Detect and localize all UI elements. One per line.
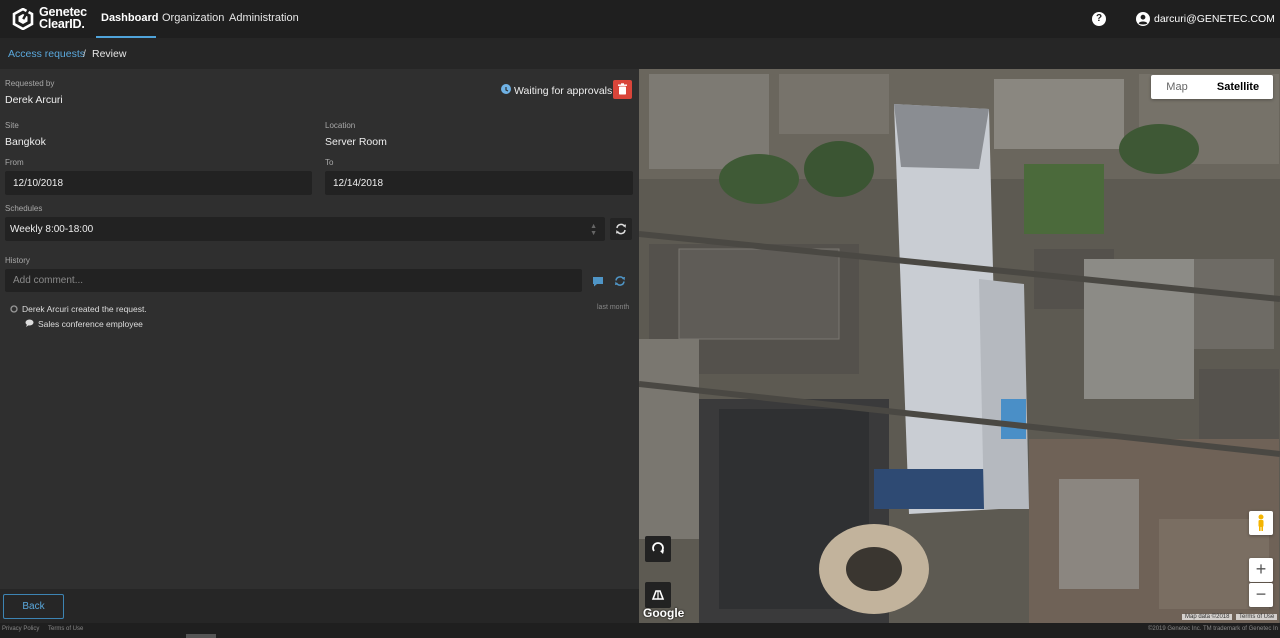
tilt-map-button[interactable] bbox=[645, 582, 671, 608]
from-date-field[interactable]: 12/10/2018 bbox=[5, 171, 312, 195]
from-label: From bbox=[5, 158, 24, 167]
request-details-panel bbox=[0, 69, 639, 589]
comment-input[interactable] bbox=[5, 269, 582, 292]
nav-organization[interactable]: Organization bbox=[162, 12, 224, 24]
comment-icon bbox=[25, 319, 34, 327]
action-bar bbox=[0, 589, 639, 623]
rotate-icon bbox=[652, 542, 664, 554]
history-event-icon bbox=[10, 305, 18, 313]
rotate-map-button[interactable] bbox=[645, 536, 671, 562]
chevron-down-icon: ▲ ▼ bbox=[590, 223, 597, 237]
history-label: History bbox=[5, 256, 30, 265]
refresh-icon bbox=[616, 223, 626, 235]
breadcrumb-separator: / bbox=[83, 48, 86, 60]
location-label: Location bbox=[325, 121, 356, 130]
location-value: Server Room bbox=[325, 136, 387, 148]
pegman-icon bbox=[1258, 514, 1264, 531]
comment-text-field[interactable] bbox=[5, 269, 582, 292]
map-attribution: Map data ©2018 bbox=[1182, 614, 1233, 620]
map-terms-link[interactable]: Terms of Use bbox=[1236, 614, 1278, 620]
help-icon[interactable]: ? bbox=[1092, 12, 1106, 26]
history-entry-text: Derek Arcuri created the request. bbox=[22, 304, 147, 314]
satellite-imagery bbox=[639, 69, 1280, 623]
to-date-value: 12/14/2018 bbox=[333, 178, 384, 189]
history-entry-comment: Sales conference employee bbox=[38, 319, 143, 329]
map-type-toggle: Map Satellite bbox=[1151, 75, 1273, 99]
refresh-schedule-button[interactable] bbox=[610, 218, 632, 240]
user-icon[interactable] bbox=[1136, 12, 1150, 26]
zoom-in-button[interactable]: + bbox=[1249, 558, 1273, 582]
site-value: Bangkok bbox=[5, 136, 46, 148]
zoom-out-button[interactable]: − bbox=[1249, 583, 1273, 607]
copyright-text: ©2019 Genetec Inc. TM trademark of Genet… bbox=[1147, 626, 1278, 632]
brand-name: Genetec ClearID. bbox=[39, 6, 87, 31]
requested-by-value: Derek Arcuri bbox=[5, 94, 63, 106]
schedule-select[interactable]: Weekly 8:00-18:00 ▲ ▼ bbox=[5, 217, 605, 241]
clock-icon bbox=[501, 84, 511, 94]
breadcrumb-access-requests-link[interactable]: Access requests bbox=[8, 48, 85, 60]
breadcrumb bbox=[0, 38, 1280, 69]
to-date-field[interactable]: 12/14/2018 bbox=[325, 171, 633, 195]
terms-of-use-link[interactable]: Terms of Use bbox=[48, 626, 83, 632]
tilt-icon bbox=[651, 590, 665, 600]
brand-line-2: ClearID. bbox=[39, 16, 85, 31]
user-email[interactable]: darcuri@GENETEC.COM bbox=[1154, 13, 1275, 25]
map-tab-satellite[interactable]: Satellite bbox=[1203, 75, 1273, 99]
schedules-label: Schedules bbox=[5, 204, 43, 213]
requested-by-label: Requested by bbox=[5, 79, 55, 88]
history-entry-time: last month bbox=[597, 304, 630, 311]
breadcrumb-current: Review bbox=[92, 48, 127, 60]
comment-icon[interactable] bbox=[591, 274, 605, 288]
site-label: Site bbox=[5, 121, 19, 130]
street-view-control[interactable] bbox=[1249, 511, 1273, 535]
google-logo: Google bbox=[643, 606, 685, 620]
satellite-map[interactable] bbox=[639, 69, 1280, 623]
nav-administration[interactable]: Administration bbox=[229, 12, 299, 24]
privacy-policy-link[interactable]: Privacy Policy bbox=[2, 626, 39, 632]
footer-handle bbox=[186, 634, 216, 638]
trash-icon bbox=[618, 83, 627, 95]
back-button[interactable]: Back bbox=[3, 594, 64, 619]
map-tab-map[interactable]: Map bbox=[1151, 75, 1203, 99]
refresh-icon[interactable] bbox=[613, 274, 627, 288]
schedule-value: Weekly 8:00-18:00 bbox=[10, 224, 94, 235]
genetec-logo-icon bbox=[12, 8, 34, 30]
from-date-value: 12/10/2018 bbox=[13, 178, 64, 189]
delete-request-button[interactable] bbox=[613, 80, 632, 99]
nav-dashboard[interactable]: Dashboard bbox=[101, 12, 158, 24]
app-logo[interactable]: Genetec ClearID. bbox=[12, 6, 90, 31]
to-label: To bbox=[325, 158, 334, 167]
status-text: Waiting for approvals bbox=[514, 85, 613, 97]
